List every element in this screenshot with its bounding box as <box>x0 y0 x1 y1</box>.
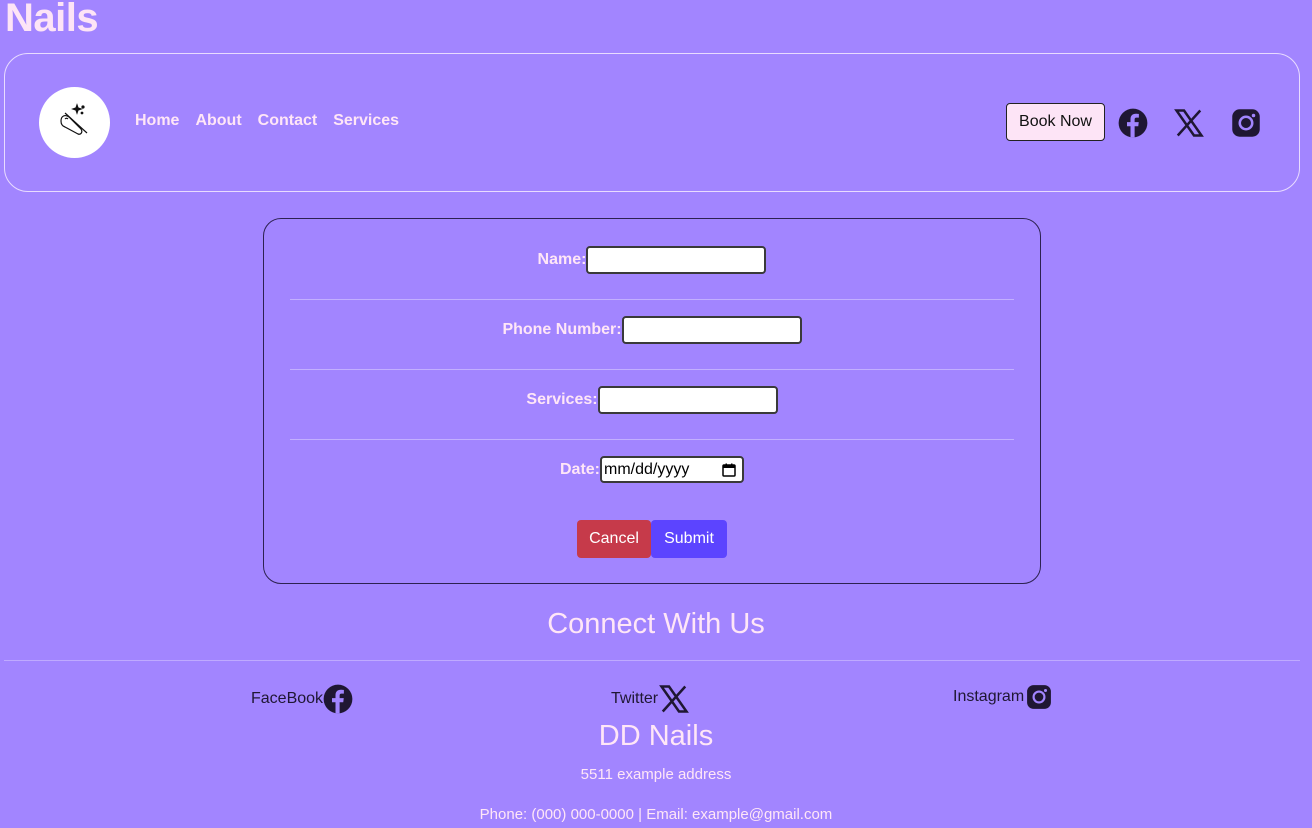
facebook-icon[interactable] <box>1118 108 1148 138</box>
date-placeholder: mm/dd/yyyy <box>604 460 690 478</box>
footer-twitter-link[interactable]: Twitter <box>611 684 690 714</box>
instagram-label: Instagram <box>953 688 1025 705</box>
divider <box>290 369 1014 370</box>
date-label: Date: <box>559 460 600 478</box>
brand-title: Nails <box>5 0 99 40</box>
nail-logo-icon <box>59 102 87 135</box>
name-input[interactable] <box>586 246 767 274</box>
facebook-label: FaceBook <box>251 690 324 707</box>
phone-label: Phone Number: <box>502 321 622 338</box>
services-row: Services: <box>264 386 1040 414</box>
date-row: Date: mm/dd/yyyy <box>264 456 1040 483</box>
services-label: Services: <box>526 391 598 408</box>
business-name: DD Nails <box>598 720 714 752</box>
main-nav: Home About Contact Services <box>135 112 399 130</box>
facebook-icon <box>323 684 353 714</box>
cancel-button[interactable]: Cancel <box>577 520 651 558</box>
instagram-icon[interactable] <box>1231 108 1261 138</box>
business-address: 5511 example address <box>580 766 732 783</box>
form-actions: Cancel Submit <box>577 520 727 558</box>
nav-contact[interactable]: Contact <box>258 112 318 130</box>
divider <box>290 299 1014 300</box>
booking-form: Name: Phone Number: Services: Date: mm/d… <box>263 218 1041 584</box>
name-row: Name: <box>264 246 1040 274</box>
x-twitter-icon <box>659 685 690 713</box>
footer-instagram-link[interactable]: Instagram <box>953 684 1052 710</box>
nav-home[interactable]: Home <box>135 112 179 130</box>
calendar-icon[interactable] <box>722 463 736 477</box>
footer-divider <box>4 660 1300 661</box>
nav-about[interactable]: About <box>195 112 241 130</box>
connect-title: Connect With Us <box>547 608 765 640</box>
date-input[interactable]: mm/dd/yyyy <box>600 456 744 483</box>
submit-button[interactable]: Submit <box>651 520 727 558</box>
logo[interactable] <box>39 87 110 158</box>
phone-row: Phone Number: <box>264 316 1040 344</box>
name-label: Name: <box>537 251 587 268</box>
site-header: Home About Contact Services Book Now <box>4 53 1300 192</box>
services-input[interactable] <box>597 386 778 414</box>
divider <box>290 439 1014 440</box>
business-contact: Phone: (000) 000-0000 | Email: example@g… <box>479 806 833 823</box>
instagram-icon <box>1027 685 1052 709</box>
twitter-label: Twitter <box>611 690 659 707</box>
nav-services[interactable]: Services <box>333 112 399 130</box>
phone-input[interactable] <box>621 316 802 344</box>
footer-facebook-link[interactable]: FaceBook <box>251 684 353 714</box>
book-now-button[interactable]: Book Now <box>1006 103 1105 141</box>
x-twitter-icon[interactable] <box>1174 108 1204 138</box>
